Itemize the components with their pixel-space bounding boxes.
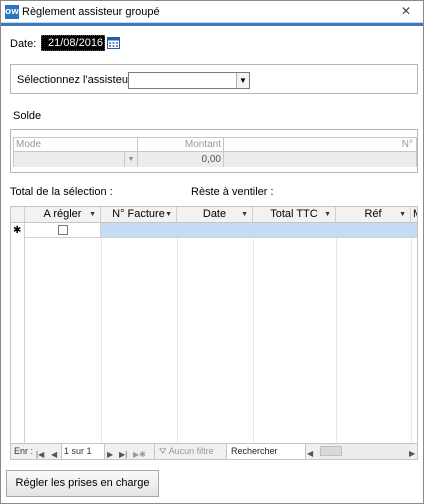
prev-record-icon[interactable]: ◀: [51, 447, 57, 462]
record-navigator: Enr : |◀ ◀ 1 sur 1 ▶ ▶| ▶✱ ⛛ Aucun filtr…: [10, 444, 418, 460]
solde-montant-value: 0,00: [138, 152, 224, 167]
grid-divider: [411, 238, 412, 443]
solde-col-numero: N°: [224, 138, 416, 152]
new-record-row[interactable]: [25, 223, 417, 238]
grid-col-a-regler-label: A régler: [43, 208, 82, 220]
grid-col-m[interactable]: M: [411, 207, 417, 223]
chevron-down-icon[interactable]: ▼: [241, 207, 248, 222]
grid-col-facture[interactable]: N° Facture ▼: [101, 207, 177, 223]
grid-divider: [101, 238, 102, 443]
grid-col-facture-label: N° Facture: [112, 208, 165, 220]
factures-grid: A régler ▼ N° Facture ▼ Date ▼ Total TTC ▼ R…: [10, 206, 418, 444]
selected-row-cells[interactable]: [101, 223, 417, 238]
dialog-window: OW Règlement assisteur groupé ✕ Date: 21…: [0, 0, 424, 504]
grid-col-a-regler[interactable]: A régler ▼: [25, 207, 101, 223]
chevron-down-icon[interactable]: ▼: [324, 207, 331, 222]
grid-divider: [177, 238, 178, 443]
grid-col-total-ttc[interactable]: Total TTC ▼: [253, 207, 336, 223]
solde-col-montant: Montant: [138, 138, 224, 152]
a-regler-checkbox[interactable]: [58, 225, 68, 235]
chevron-down-icon[interactable]: ▼: [89, 207, 96, 222]
grid-col-date[interactable]: Date ▼: [177, 207, 253, 223]
record-label: Enr :: [14, 446, 34, 456]
grid-corner[interactable]: [11, 207, 25, 223]
scrollbar-thumb[interactable]: [320, 446, 342, 456]
date-label: Date:: [10, 38, 37, 50]
horizontal-scrollbar[interactable]: [318, 444, 410, 459]
title-bar: OW Règlement assisteur groupé ✕: [1, 1, 423, 23]
calendar-icon[interactable]: [107, 36, 120, 49]
scroll-left-icon[interactable]: ◀: [307, 446, 313, 461]
close-icon[interactable]: ✕: [399, 4, 413, 18]
grid-col-date-label: Date: [202, 208, 227, 220]
solde-mode-select[interactable]: ▼: [14, 152, 138, 167]
assisteur-label: Sélectionnez l'assisteur: [17, 74, 132, 86]
solde-table: Mode Montant N° ▼ 0,00: [13, 137, 417, 167]
total-selection-label: Total de la sélection :: [10, 186, 113, 198]
scroll-right-icon[interactable]: ▶: [409, 446, 415, 461]
title-accent-bar: [1, 23, 423, 26]
next-record-icon[interactable]: ▶: [107, 447, 113, 462]
chevron-down-icon[interactable]: ▼: [399, 207, 406, 222]
new-record-marker: ✱: [13, 225, 22, 236]
record-selector-column[interactable]: ✱: [11, 223, 25, 443]
record-position-field[interactable]: 1 sur 1: [61, 444, 105, 459]
a-regler-cell[interactable]: [25, 223, 101, 238]
regler-prises-button[interactable]: Régler les prises en charge: [6, 470, 159, 497]
solde-col-mode: Mode: [14, 138, 138, 152]
first-record-icon[interactable]: |◀: [36, 447, 44, 462]
grid-divider: [253, 238, 254, 443]
grid-col-ref[interactable]: Réf ▼: [336, 207, 411, 223]
reste-ventiler-label: Rèste à ventiler :: [191, 186, 274, 198]
search-box[interactable]: Rechercher: [226, 444, 306, 459]
assisteur-select[interactable]: ▼: [128, 72, 250, 89]
filter-status[interactable]: ⛛ Aucun filtre: [154, 444, 224, 459]
grid-col-ref-label: Réf: [364, 208, 382, 220]
grid-col-m-label: M: [413, 208, 417, 220]
chevron-down-icon[interactable]: ▼: [236, 73, 249, 88]
filter-icon: ⛛: [159, 446, 167, 456]
window-title: Règlement assisteur groupé: [22, 6, 160, 18]
solde-label: Solde: [13, 110, 42, 122]
solde-numero-value: [224, 152, 416, 167]
grid-col-total-ttc-label: Total TTC: [270, 208, 318, 220]
last-record-icon[interactable]: ▶|: [119, 447, 127, 462]
chevron-down-icon[interactable]: ▼: [124, 152, 137, 167]
new-record-icon[interactable]: ▶✱: [133, 447, 146, 462]
chevron-down-icon[interactable]: ▼: [165, 207, 172, 222]
app-icon: OW: [5, 5, 19, 19]
filter-status-label: Aucun filtre: [168, 446, 214, 456]
date-field[interactable]: 21/08/2016: [41, 35, 105, 51]
grid-divider: [336, 238, 337, 443]
